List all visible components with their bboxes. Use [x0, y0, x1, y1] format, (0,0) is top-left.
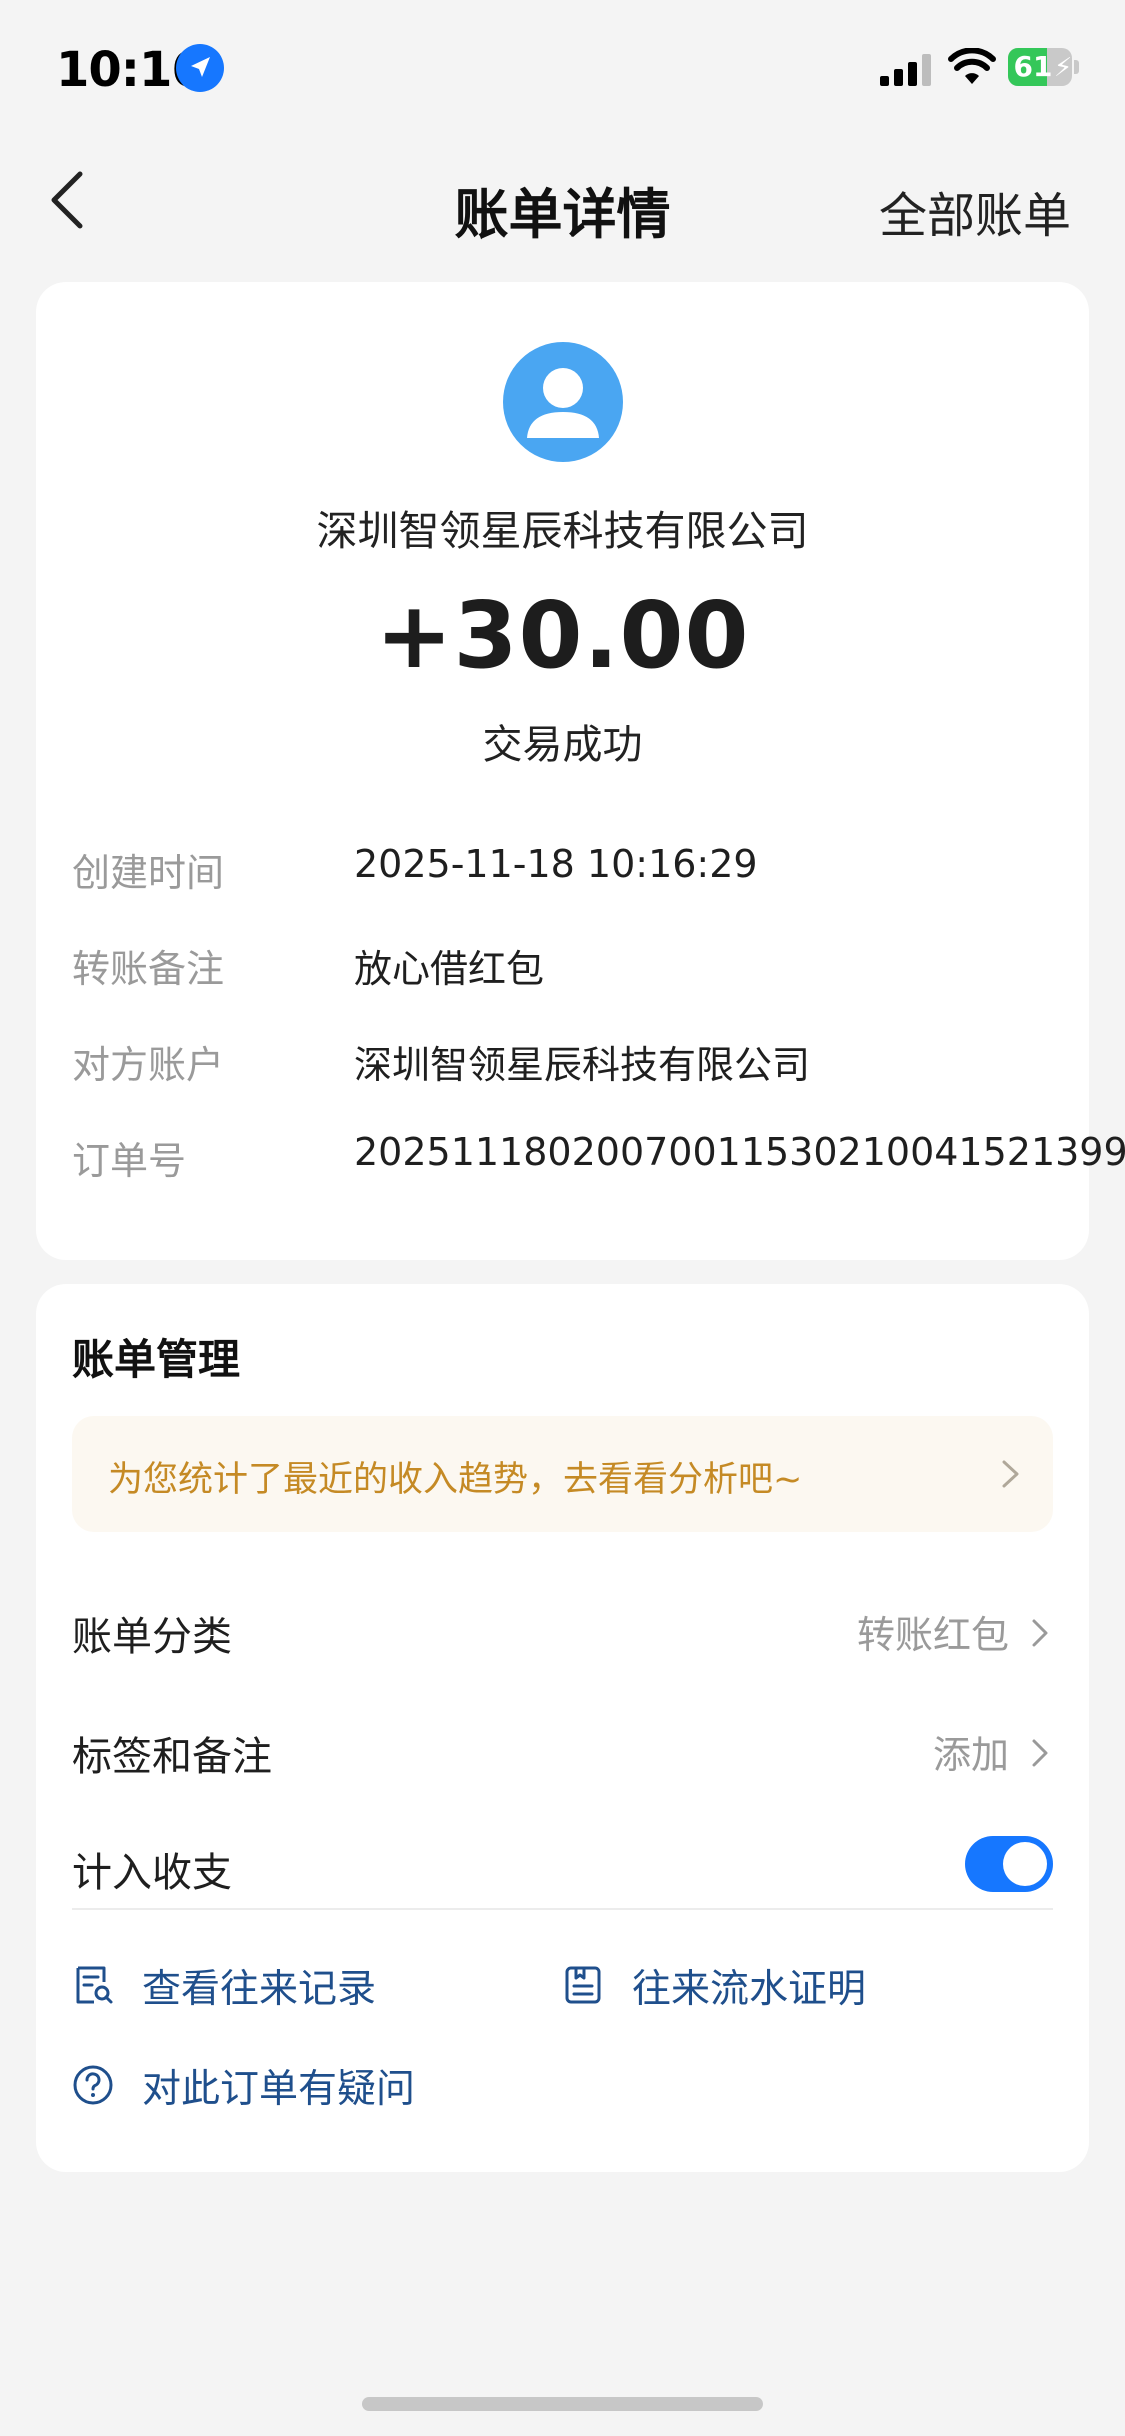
include-in-ledger-toggle[interactable] — [965, 1836, 1053, 1892]
setting-label: 标签和备注 — [72, 1734, 272, 1780]
setting-value: 转账红包 — [856, 1613, 1009, 1657]
bill-category-row[interactable]: 账单分类 转账红包 — [72, 1596, 1053, 1666]
detail-value: 2025-11-18 10:16:29 — [354, 842, 758, 886]
chevron-right-icon — [1032, 1619, 1048, 1647]
charging-bolt-icon: ⚡ — [1054, 53, 1072, 83]
battery-charging-icon: 61 ⚡ — [1008, 48, 1080, 86]
section-title: 账单管理 — [72, 1335, 241, 1384]
all-bills-link[interactable]: 全部账单 — [879, 176, 1071, 246]
status-bar: 10:16 61 ⚡ — [0, 0, 1125, 130]
transaction-status: 交易成功 — [482, 722, 643, 768]
toggle-knob — [1003, 1842, 1047, 1886]
battery-cap — [1074, 60, 1079, 74]
transaction-proof-link[interactable]: 往来流水证明 — [562, 1954, 982, 2014]
cellular-signal-icon — [880, 54, 931, 86]
detail-label: 创建时间 — [72, 851, 225, 895]
statement-icon — [565, 1966, 601, 2004]
chevron-right-icon — [1002, 1460, 1019, 1488]
detail-row-counterparty-account: 对方账户 深圳智领星辰科技有限公司 — [72, 1034, 1053, 1094]
setting-label: 计入收支 — [72, 1850, 232, 1896]
navigation-bar: 账单详情 全部账单 — [0, 150, 1125, 250]
banner-text: 为您统计了最近的收入趋势，去看看分析吧~ — [108, 1460, 803, 1500]
user-avatar-icon — [503, 342, 623, 462]
detail-row-created-time: 创建时间 2025-11-18 10:16:29 — [72, 842, 1053, 902]
bill-detail-screen: 10:16 61 ⚡ 账单详情 全部账单 深圳智领星辰科技有限公司 +30.00… — [0, 0, 1125, 2436]
transaction-amount: +30.00 — [375, 582, 750, 689]
income-trend-banner[interactable]: 为您统计了最近的收入趋势，去看看分析吧~ — [72, 1416, 1053, 1532]
home-indicator — [362, 2397, 763, 2411]
tags-remarks-row[interactable]: 标签和备注 添加 — [72, 1716, 1053, 1786]
battery-body: 61 ⚡ — [1008, 48, 1072, 86]
wifi-icon — [948, 48, 996, 84]
detail-value: 放心借红包 — [354, 947, 545, 991]
link-text: 查看往来记录 — [142, 1967, 377, 2012]
question-circle-icon — [73, 2065, 113, 2105]
include-in-ledger-row: 计入收支 — [72, 1832, 1053, 1902]
transaction-card: 深圳智领星辰科技有限公司 +30.00 交易成功 创建时间 2025-11-18… — [36, 282, 1125, 1260]
setting-label: 账单分类 — [72, 1614, 232, 1660]
detail-label: 对方账户 — [72, 1043, 225, 1087]
divider — [72, 1908, 1053, 1910]
detail-label: 订单号 — [72, 1139, 187, 1183]
view-records-link[interactable]: 查看往来记录 — [72, 1954, 492, 2014]
detail-value[interactable]: 2025111802007001153021004152139​9 — [354, 1130, 1125, 1174]
detail-row-order-number: 订单号 2025111802007001153021004152139​9 — [72, 1130, 1125, 1190]
bill-management-card: 账单管理 为您统计了最近的收入趋势，去看看分析吧~ 账单分类 转账红包 标签和备… — [36, 1284, 1089, 2172]
search-document-icon — [76, 1966, 113, 2004]
link-text: 对此订单有疑问 — [142, 2067, 416, 2112]
detail-value: 深圳智领星辰科技有限公司 — [354, 1043, 811, 1087]
detail-row-remark: 转账备注 放心借红包 — [72, 938, 1053, 998]
chevron-right-icon — [1032, 1739, 1048, 1767]
counterparty-name: 深圳智领星辰科技有限公司 — [316, 507, 809, 555]
link-text: 往来流水证明 — [632, 1967, 867, 2012]
battery-percent: 61 — [1013, 50, 1053, 83]
location-arrow-icon — [176, 44, 224, 92]
detail-label: 转账备注 — [72, 947, 225, 991]
order-question-link[interactable]: 对此订单有疑问 — [72, 2054, 492, 2114]
setting-value: 添加 — [932, 1733, 1009, 1777]
